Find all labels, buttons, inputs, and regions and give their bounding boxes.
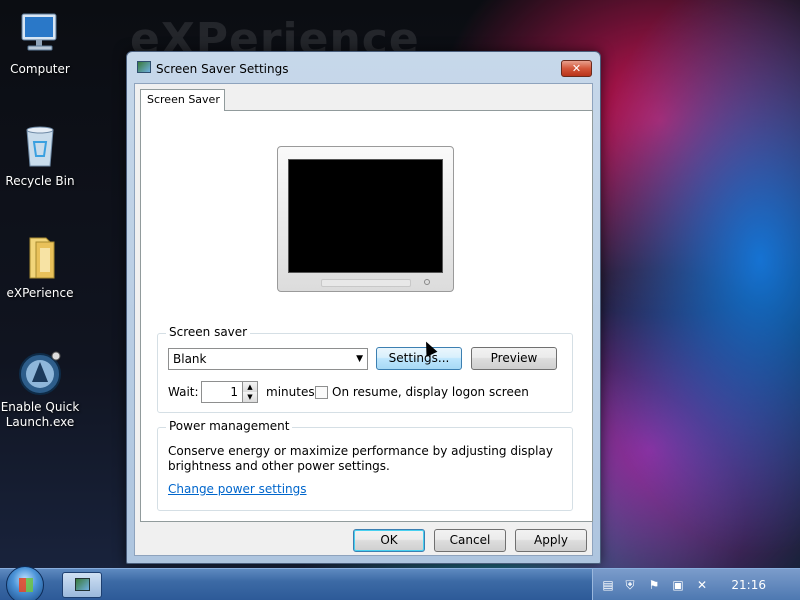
volume-muted-icon[interactable]: ✕ [695, 578, 709, 592]
settings-button[interactable]: Settings... [376, 347, 462, 370]
screen-saver-select[interactable]: Blank ▼ [168, 348, 368, 370]
desktop-icon-label: eXPerience [6, 286, 74, 300]
minutes-label: minutes [266, 385, 315, 399]
dialog-title: Screen Saver Settings [156, 62, 289, 76]
monitor-slot [321, 279, 411, 287]
resume-logon-checkbox[interactable] [315, 386, 328, 399]
close-button[interactable]: ✕ [561, 60, 592, 77]
desktop-icon-label: Recycle Bin [5, 174, 75, 188]
change-power-settings-link[interactable]: Change power settings [168, 482, 307, 496]
monitor-power-led [424, 279, 430, 285]
power-description-line1: Conserve energy or maximize performance … [168, 444, 553, 458]
network-icon[interactable]: ▣ [671, 578, 685, 592]
ok-button[interactable]: OK [353, 529, 425, 552]
action-center-flag-icon[interactable]: ⚑ [647, 578, 661, 592]
dialog-titlebar[interactable]: Screen Saver Settings ✕ [127, 52, 600, 82]
screen-saver-tab-panel: Screen saver Blank ▼ Settings... Preview… [140, 110, 593, 522]
preview-screen [288, 159, 443, 273]
cancel-button[interactable]: Cancel [434, 529, 506, 552]
computer-icon [16, 10, 64, 58]
screen-saver-group: Screen saver Blank ▼ Settings... Preview… [157, 325, 573, 413]
desktop-icon-label: Enable Quick Launch.exe [0, 400, 80, 429]
screen-saver-preview-monitor [277, 146, 454, 292]
preview-button[interactable]: Preview [471, 347, 557, 370]
screen-saver-window-icon [137, 61, 151, 73]
chevron-down-icon: ▼ [356, 354, 363, 364]
notification-icon[interactable]: ▤ [601, 578, 615, 592]
screen-saver-group-title: Screen saver [166, 325, 251, 339]
security-icon[interactable]: ⛨ [623, 578, 637, 592]
apply-button[interactable]: Apply [515, 529, 587, 552]
power-management-group-title: Power management [166, 419, 293, 433]
folder-icon [16, 234, 64, 282]
power-management-group: Power management Conserve energy or maxi… [157, 419, 573, 511]
desktop-icon-enable-quick-launch[interactable]: Enable Quick Launch.exe [0, 348, 80, 430]
taskbar-screen-saver-button[interactable] [62, 572, 102, 598]
power-description-line2: brightness and other power settings. [168, 459, 390, 473]
close-icon: ✕ [571, 62, 582, 75]
spin-down-icon[interactable]: ▼ [243, 392, 257, 402]
clock[interactable]: 21:16 [731, 578, 766, 592]
tab-screen-saver[interactable]: Screen Saver [140, 89, 225, 111]
desktop-icon-recycle-bin[interactable]: Recycle Bin [0, 122, 80, 189]
screen-saver-settings-dialog: Screen Saver Settings ✕ Screen Saver Scr… [126, 51, 601, 564]
screen-saver-selected-value: Blank [173, 352, 207, 366]
start-button[interactable] [6, 566, 44, 600]
desktop-icon-computer[interactable]: Computer [0, 10, 80, 77]
windows-logo-icon [19, 578, 33, 592]
wait-minutes-spinner[interactable]: 1 ▲ ▼ [201, 381, 259, 403]
desktop-icon-experience-folder[interactable]: eXPerience [0, 234, 80, 301]
desktop-icon-label: Computer [10, 62, 70, 76]
wait-minutes-input[interactable]: 1 [201, 381, 243, 403]
recycle-bin-icon [16, 122, 64, 170]
system-tray: ▤ ⛨ ⚑ ▣ ✕ 21:16 [592, 569, 800, 600]
spin-up-icon[interactable]: ▲ [243, 382, 257, 392]
wait-label: Wait: [168, 385, 199, 399]
quick-launch-app-icon [16, 348, 64, 396]
spinner-buttons[interactable]: ▲ ▼ [242, 381, 258, 403]
resume-logon-label[interactable]: On resume, display logon screen [332, 385, 529, 399]
screen-saver-window-icon [75, 578, 90, 591]
taskbar: ▤ ⛨ ⚑ ▣ ✕ 21:16 [0, 566, 800, 600]
dialog-client-area: Screen Saver Screen saver Blank ▼ Settin… [134, 83, 593, 556]
